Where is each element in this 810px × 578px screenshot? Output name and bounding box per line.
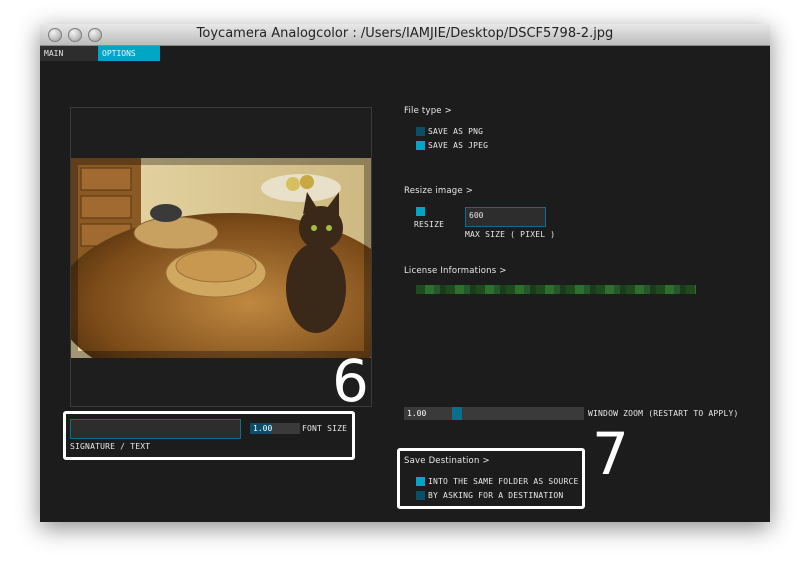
license-key-redacted [416, 285, 696, 294]
window-zoom-slider[interactable]: 1.00 [404, 407, 584, 420]
window-zoom-slider-handle[interactable] [452, 407, 462, 420]
annotation-box-signature [63, 411, 355, 460]
license-title[interactable]: License Informations > [404, 266, 507, 276]
window-zoom-label: WINDOW ZOOM (RESTART TO APPLY) [588, 409, 739, 418]
window-zoom-value: 1.00 [407, 409, 427, 418]
save-as-jpeg-checkbox[interactable] [416, 141, 425, 150]
cat-photo-image [71, 158, 371, 358]
image-preview [71, 158, 371, 358]
resize-label: RESIZE [414, 220, 445, 229]
annotation-box-save-destination [397, 448, 585, 509]
tab-main[interactable]: MAIN [40, 46, 98, 61]
save-as-jpeg-label: SAVE AS JPEG [428, 141, 489, 150]
title-bar: Toycamera Analogcolor : /Users/IAMJIE/De… [40, 24, 770, 46]
resize-checkbox[interactable] [416, 207, 425, 216]
window-title: Toycamera Analogcolor : /Users/IAMJIE/De… [196, 26, 614, 41]
max-size-input[interactable]: 600 [465, 207, 546, 227]
max-size-label: MAX SIZE ( PIXEL ) [465, 230, 556, 239]
save-as-png-label: SAVE AS PNG [428, 127, 484, 136]
save-as-png-checkbox[interactable] [416, 127, 425, 136]
annotation-number-6: 6 [332, 347, 369, 415]
file-type-title[interactable]: File type > [404, 106, 452, 116]
tab-options[interactable]: OPTIONS [98, 46, 160, 61]
annotation-number-7: 7 [592, 420, 629, 488]
resize-image-title[interactable]: Resize image > [404, 186, 473, 196]
